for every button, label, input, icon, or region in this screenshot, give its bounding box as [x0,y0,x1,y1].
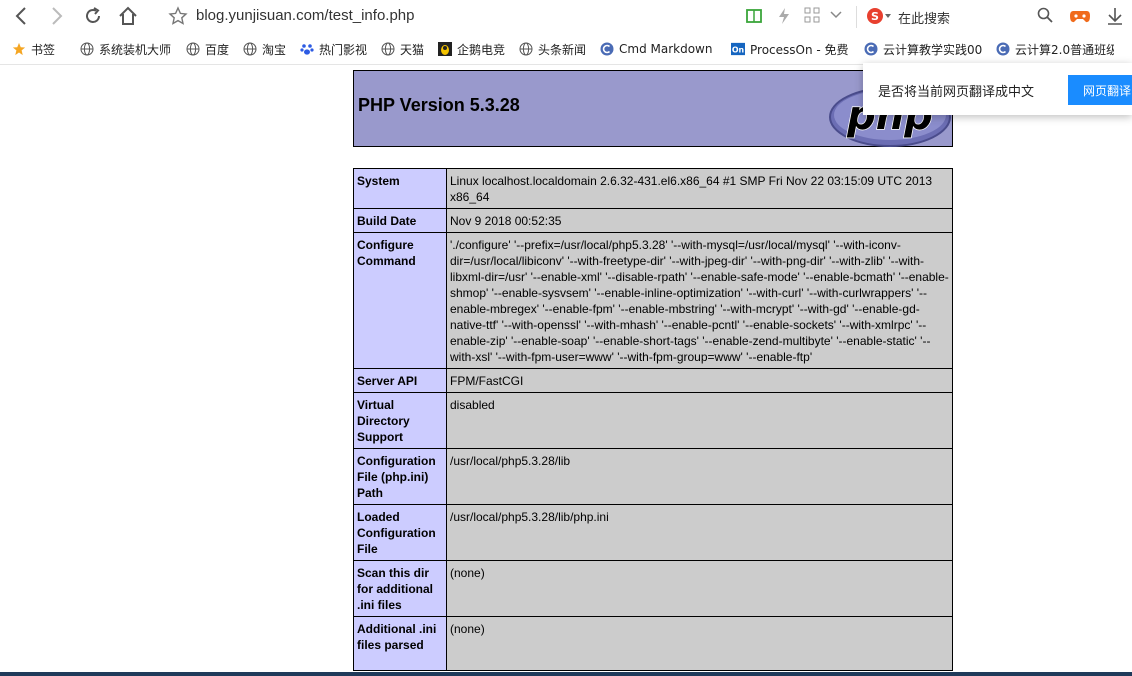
bookmark-label: 头条新闻 [538,42,587,57]
info-key: Build Date [353,208,447,233]
info-value: /usr/local/php5.3.28/lib [446,448,953,505]
bookmark-label: 云计算教学实践00 [883,42,982,57]
info-value: Linux localhost.localdomain 2.6.32-431.e… [446,168,953,209]
bookmarks-bar: 书签 系统装机大师 百度 淘宝 热门影视 天猫 企鹅电竞 头条新闻 Cmd Ma… [0,34,1132,65]
page-content: PHP Version 5.3.28 php System Linux loca… [0,65,1132,672]
back-icon[interactable] [10,5,32,27]
php-info-table: System Linux localhost.localdomain 2.6.3… [353,168,953,671]
info-key: System [353,168,447,209]
reload-icon[interactable] [82,5,104,27]
globe-icon [381,42,395,56]
info-key: Additional .ini files parsed [353,616,447,671]
bookmark-item-cloud-class[interactable]: 云计算2.0普通班级 [996,41,1114,57]
forward-icon[interactable] [46,5,68,27]
table-row: Loaded Configuration File /usr/local/php… [353,504,953,561]
info-key: Virtual Directory Support [353,392,447,449]
search-engine-icon[interactable]: S [866,7,892,25]
game-icon[interactable] [1069,7,1091,25]
bookmark-label: 百度 [205,42,230,57]
info-key: Loaded Configuration File [353,504,447,561]
translate-button[interactable]: 网页翻译 [1068,75,1132,105]
table-row: Build Date Nov 9 2018 00:52:35 [353,208,953,233]
c-logo-icon [600,42,614,56]
svg-text:S: S [871,10,879,23]
globe-icon [80,42,94,56]
bookmark-label: 天猫 [400,42,425,57]
table-row: Configuration File (php.ini) Path /usr/l… [353,448,953,505]
search-icon[interactable] [1037,7,1053,23]
page-title: PHP Version 5.3.28 [358,95,520,115]
star-icon [12,42,26,56]
info-value: FPM/FastCGI [446,368,953,393]
toolbar-divider [856,6,857,28]
info-value: (none) [446,560,953,617]
star-icon[interactable] [168,6,188,30]
bookmark-label: 书签 [31,42,56,57]
bookmark-label: 淘宝 [262,42,287,57]
bookmark-label: 系统装机大师 [99,42,172,57]
bookmark-item-cloud-teaching[interactable]: 云计算教学实践00 [864,41,982,57]
globe-icon [519,42,533,56]
lightning-icon[interactable] [777,7,791,25]
globe-icon [243,42,257,56]
table-row: Configure Command './configure' '--prefi… [353,232,953,369]
translate-popup: 是否将当前网页翻译成中文 网页翻译 [863,63,1132,115]
bookmark-item-hot-movies[interactable]: 热门影视 [300,41,367,57]
info-value: './configure' '--prefix=/usr/local/php5.… [446,232,953,369]
home-icon[interactable] [117,5,139,27]
info-value: Nov 9 2018 00:52:35 [446,208,953,233]
address-bar[interactable]: blog.yunjisuan.com/test_info.php [196,7,414,24]
table-row: Server API FPM/FastCGI [353,368,953,393]
c-logo-icon [864,42,878,56]
table-row: System Linux localhost.localdomain 2.6.3… [353,168,953,209]
search-input[interactable]: 在此搜索 [898,8,950,27]
bookmark-label: 热门影视 [319,42,368,57]
taskbar-edge [0,672,1132,676]
globe-icon [186,42,200,56]
bookmark-item-headline-news[interactable]: 头条新闻 [519,41,586,57]
bookmark-item-system-installer[interactable]: 系统装机大师 [80,41,171,57]
table-row: Additional .ini files parsed (none) [353,616,953,671]
table-row: Virtual Directory Support disabled [353,392,953,449]
info-key: Server API [353,368,447,393]
bookmark-item-taobao[interactable]: 淘宝 [243,41,286,57]
info-key: Scan this dir for additional .ini files [353,560,447,617]
bookmark-item-tmall[interactable]: 天猫 [381,41,424,57]
browser-toolbar: blog.yunjisuan.com/test_info.php S 在此搜索 [0,0,1132,34]
download-icon[interactable] [1106,7,1124,25]
info-key: Configure Command [353,232,447,369]
bookmark-item-processon[interactable]: On ProcessOn - 免费 [731,41,851,57]
info-value: (none) [446,616,953,671]
chevron-down-icon[interactable] [830,7,842,23]
bookmark-item-baidu[interactable]: 百度 [186,41,229,57]
bookmark-item-penguin-esports[interactable]: 企鹅电竞 [438,41,505,57]
paw-icon [300,42,314,56]
penguin-icon [438,42,452,56]
info-value: /usr/local/php5.3.28/lib/php.ini [446,504,953,561]
grid-icon[interactable] [804,7,820,23]
bookmark-label: 企鹅电竞 [457,42,506,57]
bookmark-item-cmd-markdown[interactable]: Cmd Markdown [600,41,715,57]
svg-text:On: On [732,46,744,55]
translate-prompt: 是否将当前网页翻译成中文 [878,85,1035,100]
bookmark-item-bookmarks[interactable]: 书签 [12,41,55,57]
reader-icon[interactable] [745,7,763,25]
info-key: Configuration File (php.ini) Path [353,448,447,505]
on-logo-icon: On [731,42,745,56]
table-row: Scan this dir for additional .ini files … [353,560,953,617]
c-logo-icon [996,42,1010,56]
bookmark-label: ProcessOn - 免费 [750,42,849,57]
bookmark-label: Cmd Markdown [619,42,713,56]
bookmark-label: 云计算2.0普通班级 [1015,42,1114,57]
info-value: disabled [446,392,953,449]
